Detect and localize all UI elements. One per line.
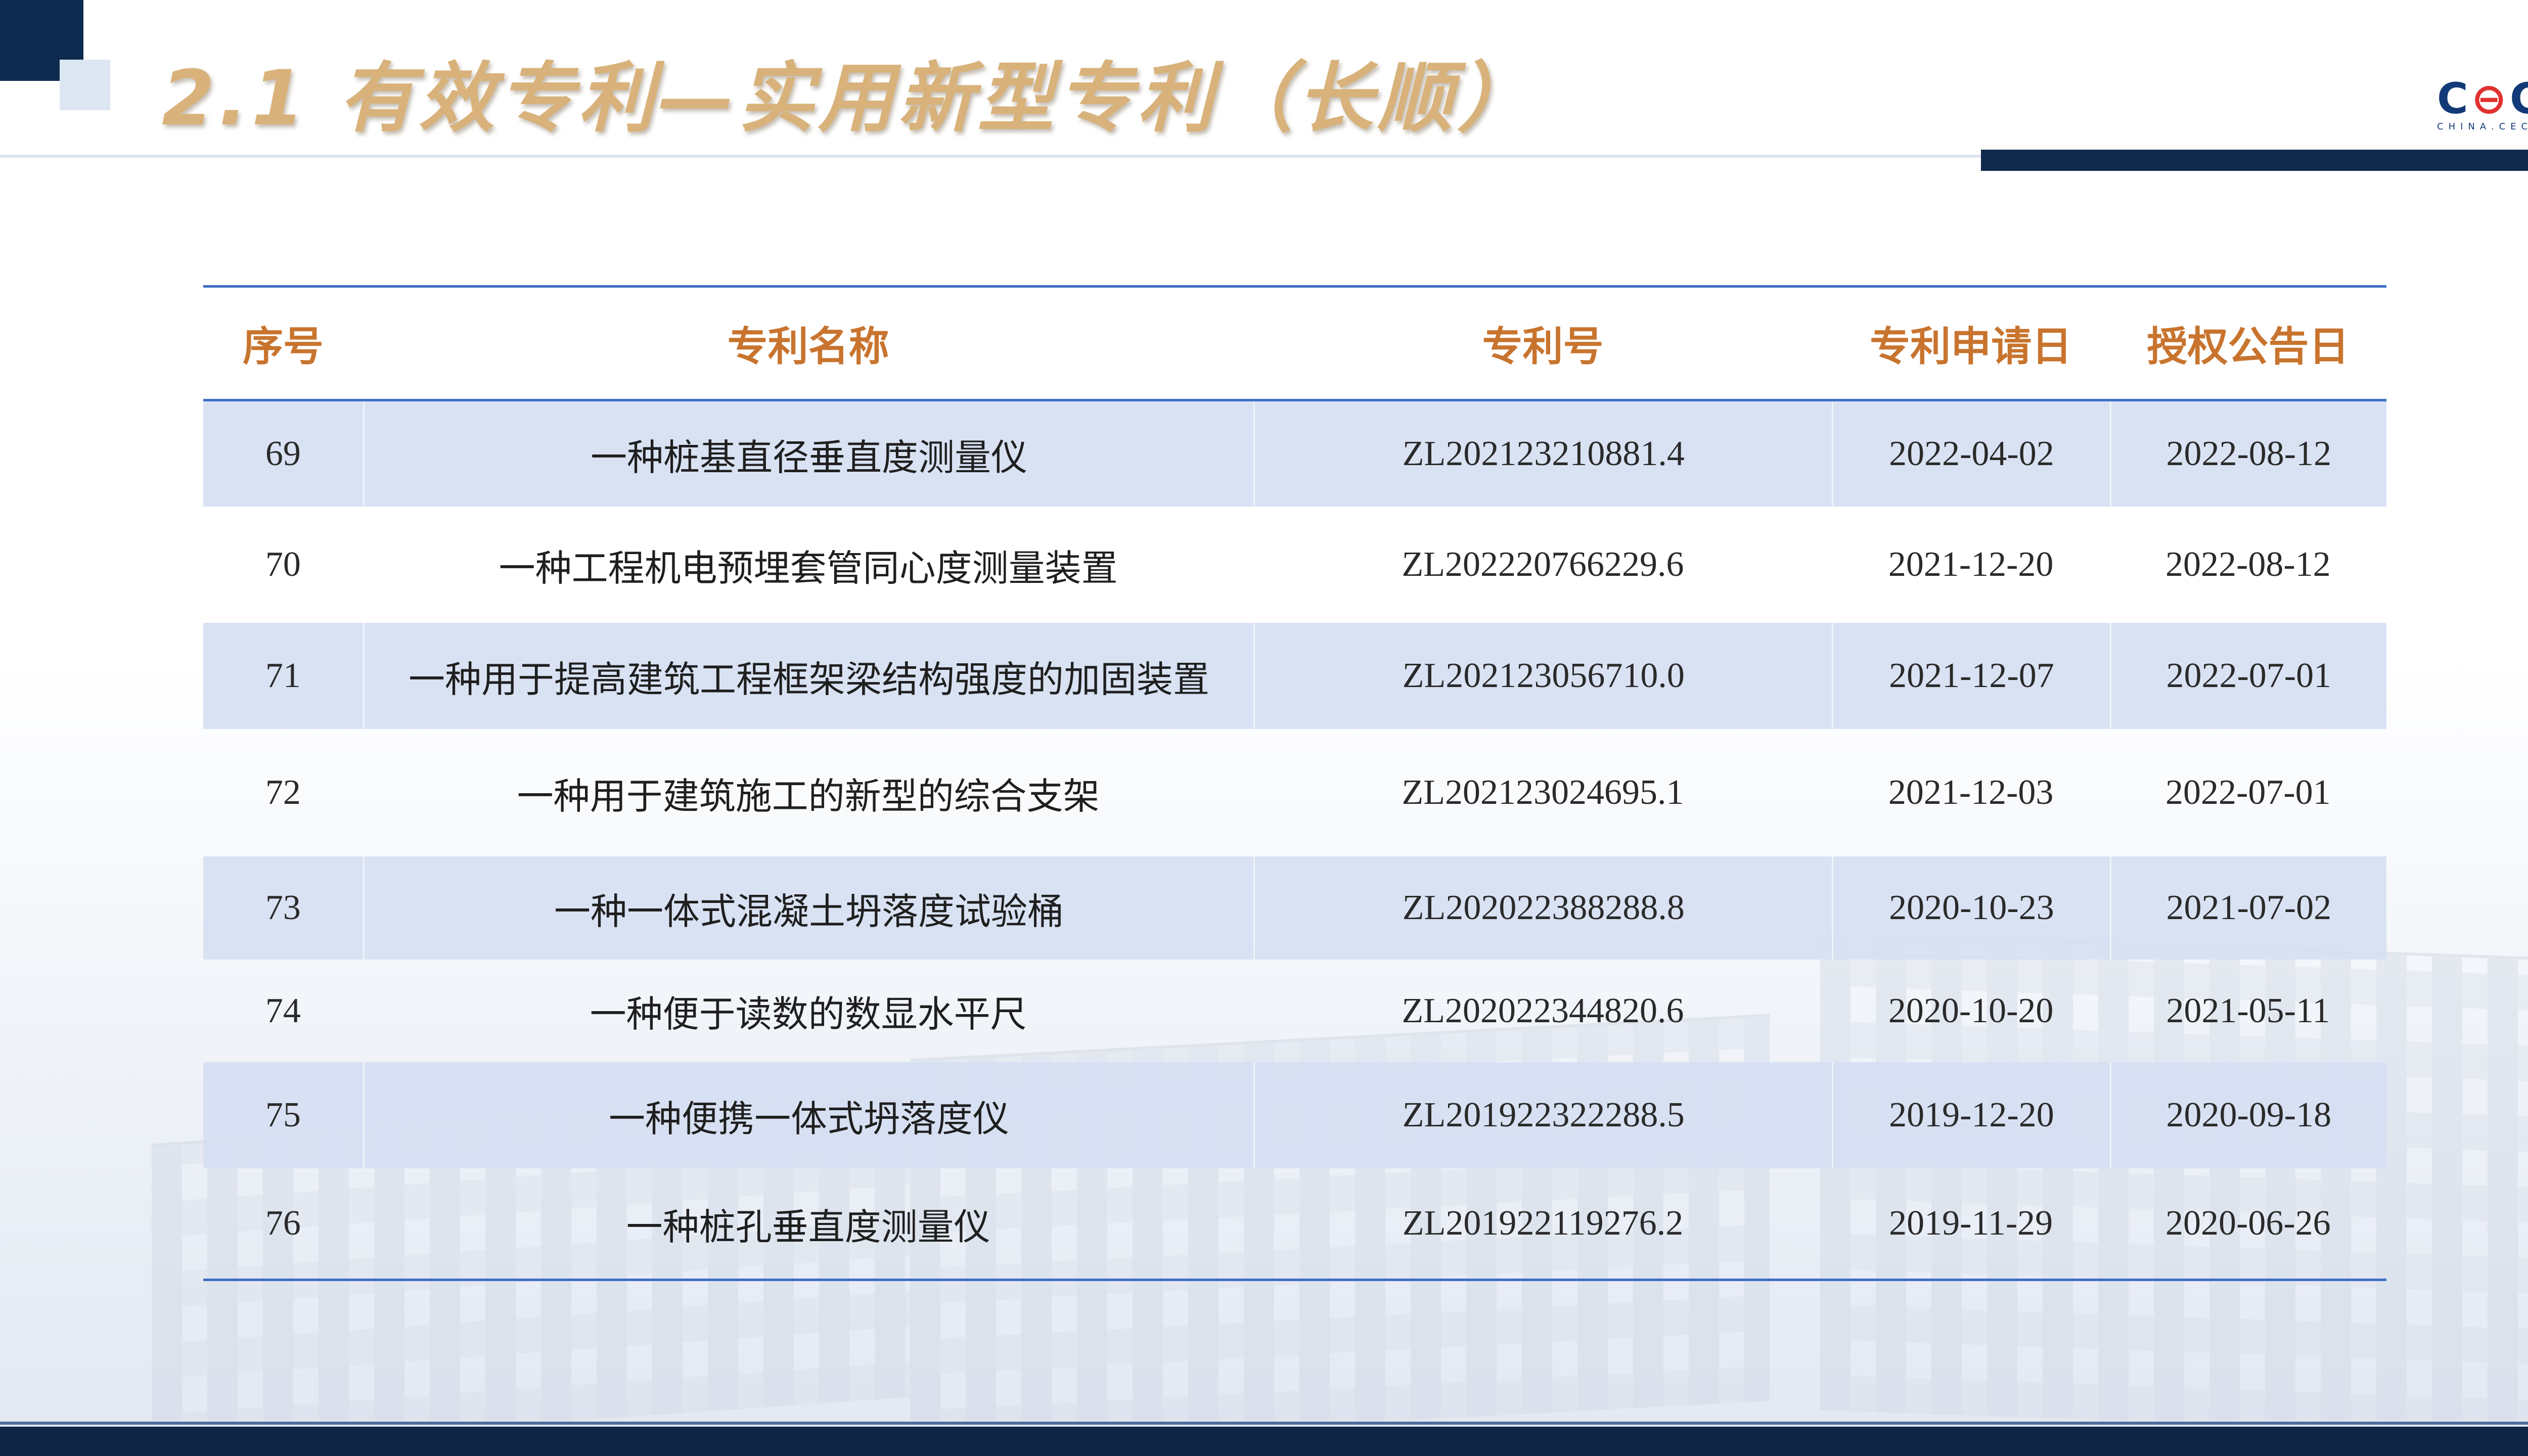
- footer-accent-line: [0, 1422, 2528, 1425]
- cell-grant-date: 2020-06-26: [2165, 1204, 2331, 1243]
- cell-serial-number: 74: [265, 991, 301, 1030]
- cell-patent-name: 一种用于建筑施工的新型的综合支架: [517, 775, 1100, 817]
- header-grant-date: 授权公告日: [2147, 323, 2350, 370]
- table-row: 72 一种用于建筑施工的新型的综合支架 ZL202123024695.1 202…: [203, 729, 2386, 856]
- cell-serial-number: 76: [265, 1204, 301, 1243]
- cell-patent-number: ZL202022344820.6: [1402, 991, 1684, 1030]
- footer-bar: [0, 1427, 2528, 1456]
- header-application-date: 专利申请日: [1870, 323, 2072, 370]
- corner-decoration-light: [60, 60, 110, 110]
- cell-grant-date: 2022-08-12: [2109, 401, 2386, 507]
- cell-patent-name: 一种便携一体式坍落度仪: [363, 1062, 1254, 1168]
- cell-patent-name: 一种桩基直径垂直度测量仪: [363, 401, 1254, 507]
- cell-grant-date: 2022-08-12: [2165, 545, 2331, 584]
- header-patent-name: 专利名称: [727, 323, 889, 370]
- cell-patent-name: 一种桩孔垂直度测量仪: [626, 1205, 990, 1248]
- table-row: 76 一种桩孔垂直度测量仪 ZL201922119276.2 2019-11-2…: [203, 1168, 2386, 1279]
- header-patent-number: 专利号: [1482, 323, 1604, 370]
- cell-grant-date: 2021-05-11: [2166, 991, 2330, 1030]
- cell-application-date: 2020-10-20: [1888, 991, 2054, 1030]
- cell-patent-name: 一种便于读数的数显水平尺: [590, 993, 1027, 1035]
- cell-grant-date: 2022-07-01: [2109, 623, 2386, 729]
- cell-patent-name: 一种一体式混凝土坍落度试验桶: [363, 856, 1254, 960]
- cell-patent-number: ZL201922322288.5: [1253, 1062, 1832, 1168]
- cell-serial-number: 71: [265, 656, 301, 695]
- cell-serial-number: 69: [265, 434, 301, 473]
- table-row: 71 一种用于提高建筑工程框架梁结构强度的加固装置 ZL202123056710…: [203, 623, 2386, 729]
- table-row: 73 一种一体式混凝土坍落度试验桶 ZL202022388288.8 2020-…: [203, 856, 2386, 960]
- cell-patent-name: 一种用于提高建筑工程框架梁结构强度的加固装置: [363, 623, 1254, 729]
- table-row: 75 一种便携一体式坍落度仪 ZL201922322288.5 2019-12-…: [203, 1062, 2386, 1168]
- cell-patent-number: ZL202220766229.6: [1402, 545, 1684, 584]
- cell-patent-name: 一种工程机电预埋套管同心度测量装置: [499, 547, 1118, 589]
- patent-table: 序号 专利名称 专利号 专利申请日 授权公告日 69 一种桩基直径垂直度测量仪 …: [203, 285, 2386, 1281]
- cell-application-date: 2021-12-20: [1888, 545, 2054, 584]
- cell-serial-number: 70: [265, 545, 301, 584]
- logo-globe-icon: ⊖: [2471, 74, 2510, 123]
- cell-grant-date: 2022-07-01: [2165, 773, 2331, 812]
- slide-title: 2.1 有效专利—实用新型专利（长顺）: [162, 55, 1537, 143]
- cell-application-date: 2022-04-02: [1832, 401, 2109, 507]
- cell-application-date: 2019-12-20: [1832, 1062, 2109, 1168]
- table-row: 70 一种工程机电预埋套管同心度测量装置 ZL202220766229.6 20…: [203, 507, 2386, 623]
- cell-serial-number: 75: [265, 1096, 301, 1134]
- cell-patent-number: ZL202123210881.4: [1253, 401, 1832, 507]
- table-row: 69 一种桩基直径垂直度测量仪 ZL202123210881.4 2022-04…: [203, 401, 2386, 507]
- cell-application-date: 2019-11-29: [1889, 1204, 2053, 1243]
- cell-patent-number: ZL202123056710.0: [1253, 623, 1832, 729]
- cell-application-date: 2021-12-03: [1888, 773, 2054, 812]
- logo-letter-right: C: [2510, 74, 2528, 123]
- cell-patent-number: ZL202022388288.8: [1253, 856, 1832, 960]
- cell-application-date: 2021-12-07: [1832, 623, 2109, 729]
- cell-serial-number: 72: [265, 773, 301, 812]
- cell-patent-number: ZL202123024695.1: [1402, 773, 1684, 812]
- slide: 2.1 有效专利—实用新型专利（长顺） C⊖C CHINA.CEC 序号 专利名…: [0, 0, 2528, 1456]
- header-serial-number: 序号: [242, 323, 324, 370]
- title-accent-bar: [1981, 150, 2528, 171]
- logo-subtitle: CHINA.CEC: [2437, 121, 2528, 132]
- table-header-row: 序号 专利名称 专利号 专利申请日 授权公告日: [203, 288, 2386, 401]
- cell-grant-date: 2020-09-18: [2109, 1062, 2386, 1168]
- logo-mark: C⊖C: [2437, 76, 2528, 121]
- table-row: 74 一种便于读数的数显水平尺 ZL202022344820.6 2020-10…: [203, 960, 2386, 1062]
- logo-letter-left: C: [2437, 74, 2471, 123]
- cell-application-date: 2020-10-23: [1832, 856, 2109, 960]
- company-logo: C⊖C CHINA.CEC: [2437, 76, 2528, 132]
- cell-grant-date: 2021-07-02: [2109, 856, 2386, 960]
- cell-patent-number: ZL201922119276.2: [1402, 1204, 1684, 1243]
- cell-serial-number: 73: [265, 888, 301, 927]
